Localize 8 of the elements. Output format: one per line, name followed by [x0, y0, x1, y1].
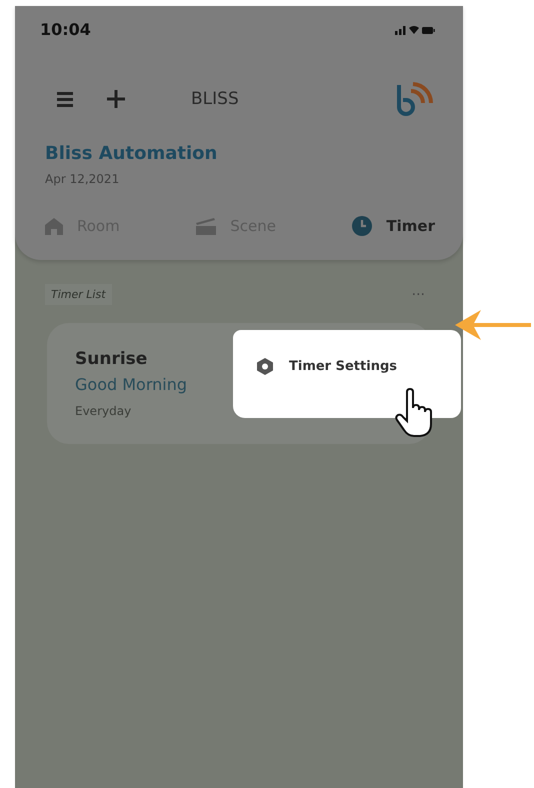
- timer-scene: Good Morning: [75, 375, 187, 394]
- home-name: Bliss Automation: [45, 143, 218, 164]
- home-date: Apr 12,2021: [45, 172, 120, 186]
- timer-repeat: Everyday: [75, 404, 132, 418]
- app-title: BLISS: [191, 89, 240, 109]
- status-time: 10:04: [40, 20, 91, 39]
- section-label: Timer List: [45, 284, 112, 305]
- timer-name: Sunrise: [75, 349, 148, 369]
